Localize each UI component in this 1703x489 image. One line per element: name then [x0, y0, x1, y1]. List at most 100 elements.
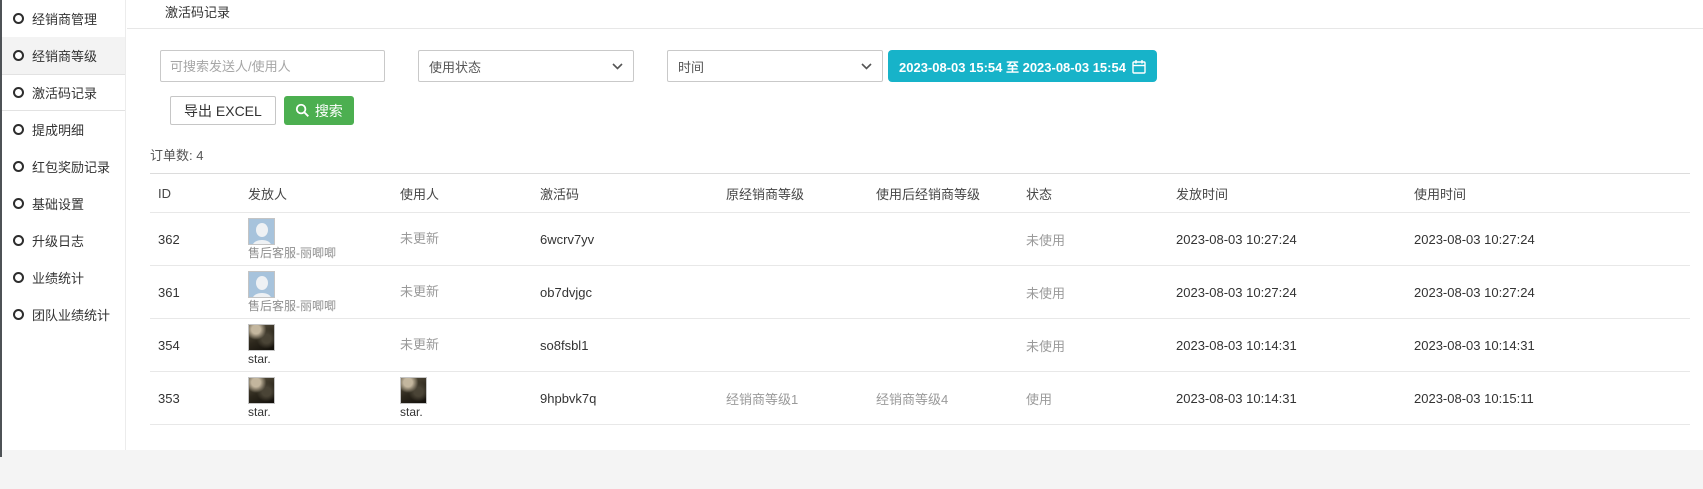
- column-header: 使用人: [392, 174, 532, 213]
- cell-id: 361: [150, 266, 240, 319]
- sender-person: star.: [248, 377, 392, 419]
- search-button-label: 搜索: [315, 101, 343, 121]
- date-range-button[interactable]: 2023-08-03 15:54 至 2023-08-03 15:54: [888, 50, 1157, 82]
- sender-person: 售后客服-丽唧唧: [248, 271, 392, 313]
- table-row: 362售后客服-丽唧唧未更新6wcrv7yv未使用2023-08-03 10:2…: [150, 213, 1690, 266]
- main-content: 激活码记录 使用状态 时间 2023-08-03 15:54 至 2023-08…: [127, 0, 1703, 450]
- sidebar-item-label: 激活码记录: [32, 83, 97, 102]
- column-header: 状态: [1018, 174, 1168, 213]
- user-photo-avatar: [400, 377, 427, 404]
- search-button[interactable]: 搜索: [284, 96, 354, 125]
- sidebar-item-red-packet-reward-records[interactable]: 红包奖励记录: [0, 148, 125, 185]
- cell-used-at: 2023-08-03 10:27:24: [1406, 266, 1690, 319]
- export-excel-button[interactable]: 导出 EXCEL: [170, 96, 276, 125]
- cell-status: 使用: [1018, 372, 1168, 425]
- cell-status: 未使用: [1018, 213, 1168, 266]
- app-container: 经销商管理经销商等级激活码记录提成明细红包奖励记录基础设置升级日志业绩统计团队业…: [0, 0, 1703, 450]
- sidebar-item-label: 红包奖励记录: [32, 157, 110, 176]
- cell-code: 9hpbvk7q: [532, 372, 718, 425]
- circle-icon: [13, 50, 24, 61]
- circle-icon: [13, 124, 24, 135]
- sender-photo-avatar: [248, 324, 275, 351]
- sender-person: star.: [248, 324, 392, 366]
- table-row: 354star.未更新so8fsbl1未使用2023-08-03 10:14:3…: [150, 319, 1690, 372]
- column-header: 发放时间: [1168, 174, 1406, 213]
- cell-original-level: [718, 266, 868, 319]
- status-select-value: 使用状态: [429, 57, 481, 76]
- sidebar-item-label: 经销商等级: [32, 46, 97, 65]
- records-table-wrap: ID发放人使用人激活码原经销商等级使用后经销商等级状态发放时间使用时间 362售…: [150, 173, 1690, 425]
- sender-name: 售后客服-丽唧唧: [248, 247, 336, 260]
- sidebar-item-label: 提成明细: [32, 120, 84, 139]
- user-person: 未更新: [400, 338, 532, 352]
- sidebar-item-basic-settings[interactable]: 基础设置: [0, 185, 125, 222]
- circle-icon: [13, 235, 24, 246]
- search-input[interactable]: [160, 50, 385, 82]
- cell-user: 未更新: [392, 319, 532, 372]
- time-select[interactable]: 时间: [667, 50, 883, 82]
- sidebar-item-activation-code-records[interactable]: 激活码记录: [0, 74, 125, 111]
- cell-original-level: [718, 319, 868, 372]
- cell-issued-at: 2023-08-03 10:14:31: [1168, 319, 1406, 372]
- circle-icon: [13, 161, 24, 172]
- cell-after-level: 经销商等级4: [868, 372, 1018, 425]
- cell-after-level: [868, 319, 1018, 372]
- cell-user: 未更新: [392, 213, 532, 266]
- circle-icon: [13, 198, 24, 209]
- cell-used-at: 2023-08-03 10:14:31: [1406, 319, 1690, 372]
- cell-sender: 售后客服-丽唧唧: [240, 213, 392, 266]
- circle-icon: [13, 309, 24, 320]
- cell-issued-at: 2023-08-03 10:14:31: [1168, 372, 1406, 425]
- chevron-down-icon: [612, 63, 623, 70]
- cell-id: 353: [150, 372, 240, 425]
- cell-code: 6wcrv7yv: [532, 213, 718, 266]
- column-header: 激活码: [532, 174, 718, 213]
- window-left-edge: [0, 0, 2, 457]
- cell-used-at: 2023-08-03 10:15:11: [1406, 372, 1690, 425]
- cell-original-level: [718, 213, 868, 266]
- filters-row: 使用状态 时间 2023-08-03 15:54 至 2023-08-03 15…: [160, 50, 1703, 82]
- date-range-value: 2023-08-03 15:54 至 2023-08-03 15:54: [899, 57, 1126, 76]
- sidebar-item-dealer-management[interactable]: 经销商管理: [0, 0, 125, 37]
- sidebar-item-commission-details[interactable]: 提成明细: [0, 111, 125, 148]
- sender-default-avatar: [248, 218, 275, 245]
- circle-icon: [13, 13, 24, 24]
- cell-after-level: [868, 266, 1018, 319]
- sender-person: 售后客服-丽唧唧: [248, 218, 392, 260]
- table-header-row: ID发放人使用人激活码原经销商等级使用后经销商等级状态发放时间使用时间: [150, 174, 1690, 213]
- page-title: 激活码记录: [127, 0, 1703, 29]
- order-count: 订单数: 4: [150, 145, 1703, 164]
- cell-status: 未使用: [1018, 319, 1168, 372]
- user-person: star.: [400, 377, 532, 419]
- column-header: 发放人: [240, 174, 392, 213]
- sidebar-item-team-performance-stats[interactable]: 团队业绩统计: [0, 296, 125, 333]
- column-header: 使用时间: [1406, 174, 1690, 213]
- sidebar-nav: 经销商管理经销商等级激活码记录提成明细红包奖励记录基础设置升级日志业绩统计团队业…: [0, 0, 125, 333]
- chevron-down-icon: [861, 63, 872, 70]
- sender-default-avatar: [248, 271, 275, 298]
- sidebar: 经销商管理经销商等级激活码记录提成明细红包奖励记录基础设置升级日志业绩统计团队业…: [0, 0, 126, 450]
- sender-name: star.: [248, 406, 271, 419]
- cell-status: 未使用: [1018, 266, 1168, 319]
- cell-id: 354: [150, 319, 240, 372]
- user-person: 未更新: [400, 285, 532, 299]
- sidebar-item-upgrade-log[interactable]: 升级日志: [0, 222, 125, 259]
- sidebar-item-dealer-level[interactable]: 经销商等级: [0, 37, 125, 74]
- sidebar-item-label: 团队业绩统计: [32, 305, 110, 324]
- records-table: ID发放人使用人激活码原经销商等级使用后经销商等级状态发放时间使用时间 362售…: [150, 173, 1690, 425]
- user-text: 未更新: [400, 232, 439, 246]
- cell-code: so8fsbl1: [532, 319, 718, 372]
- table-row: 353star.star.9hpbvk7q经销商等级1经销商等级4使用2023-…: [150, 372, 1690, 425]
- status-select[interactable]: 使用状态: [418, 50, 634, 82]
- sender-name: 售后客服-丽唧唧: [248, 300, 336, 313]
- sidebar-item-label: 基础设置: [32, 194, 84, 213]
- search-icon: [295, 103, 310, 118]
- sender-photo-avatar: [248, 377, 275, 404]
- column-header: 使用后经销商等级: [868, 174, 1018, 213]
- user-text: 未更新: [400, 285, 439, 299]
- cell-sender: 售后客服-丽唧唧: [240, 266, 392, 319]
- cell-used-at: 2023-08-03 10:27:24: [1406, 213, 1690, 266]
- cell-sender: star.: [240, 372, 392, 425]
- sidebar-item-performance-stats[interactable]: 业绩统计: [0, 259, 125, 296]
- table-row: 361售后客服-丽唧唧未更新ob7dvjgc未使用2023-08-03 10:2…: [150, 266, 1690, 319]
